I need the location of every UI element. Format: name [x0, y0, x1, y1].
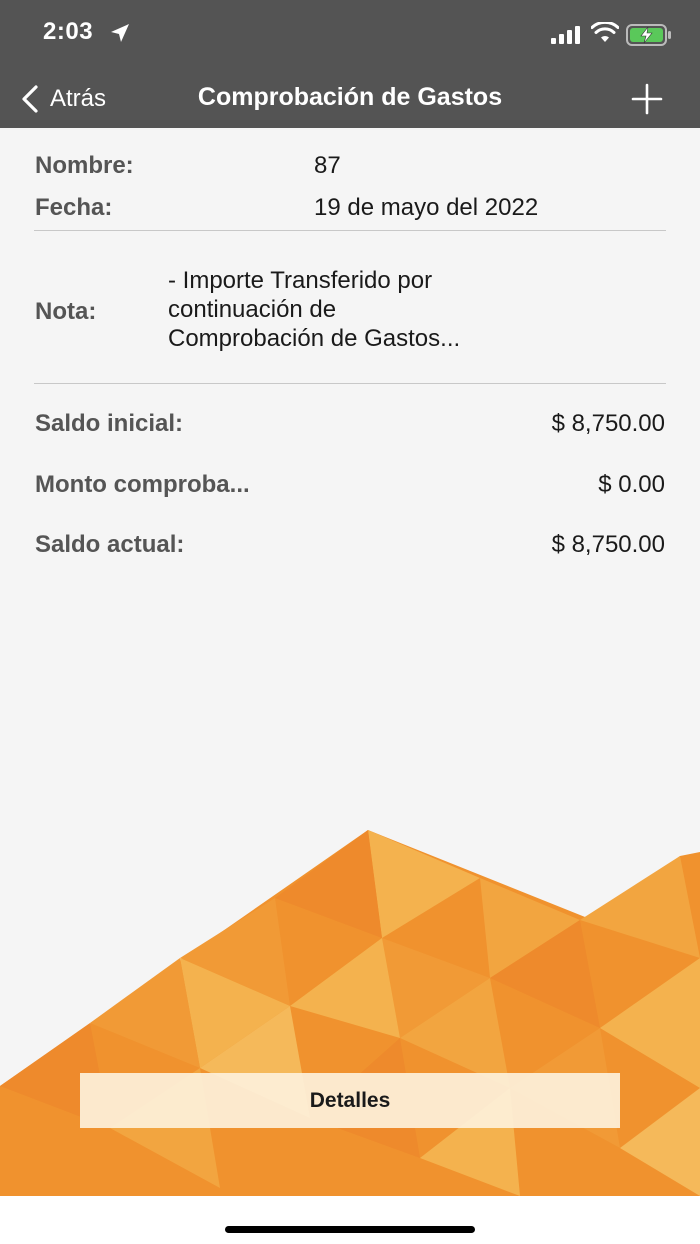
wifi-icon [591, 22, 619, 42]
navigation-bar: Atrás Comprobación de Gastos [0, 70, 700, 128]
battery-charging-icon [626, 24, 671, 46]
cellular-signal-icon [551, 26, 580, 44]
date-value: 19 de mayo del 2022 [314, 194, 539, 221]
name-value: 87 [314, 152, 341, 179]
report-content: Nombre: 87 Fecha: 19 de mayo del 2022 No… [0, 128, 700, 1196]
status-bar: 2:03 [0, 0, 700, 70]
name-label: Nombre: [35, 152, 134, 179]
divider [34, 230, 666, 231]
current-balance-label: Saldo actual: [35, 531, 185, 558]
note-label: Nota: [35, 298, 97, 325]
note-value: - Importe Transferido por continuación d… [168, 267, 461, 352]
page-title: Comprobación de Gastos [197, 83, 503, 111]
current-balance-value: $ 8,750.00 [551, 531, 665, 558]
divider [34, 383, 666, 384]
home-indicator-area [0, 1196, 700, 1244]
orange-triangle-pattern [0, 830, 700, 1196]
verified-amount-label: Monto comproba... [35, 471, 250, 498]
verified-amount-value: $ 0.00 [598, 471, 665, 498]
initial-balance-value: $ 8,750.00 [551, 410, 665, 437]
status-time: 2:03 [43, 18, 94, 45]
home-indicator[interactable] [225, 1226, 475, 1233]
initial-balance-label: Saldo inicial: [35, 410, 184, 437]
details-button[interactable]: Detalles [80, 1073, 620, 1128]
location-arrow-icon [111, 24, 129, 42]
date-label: Fecha: [35, 194, 113, 221]
plus-icon[interactable] [630, 82, 664, 116]
